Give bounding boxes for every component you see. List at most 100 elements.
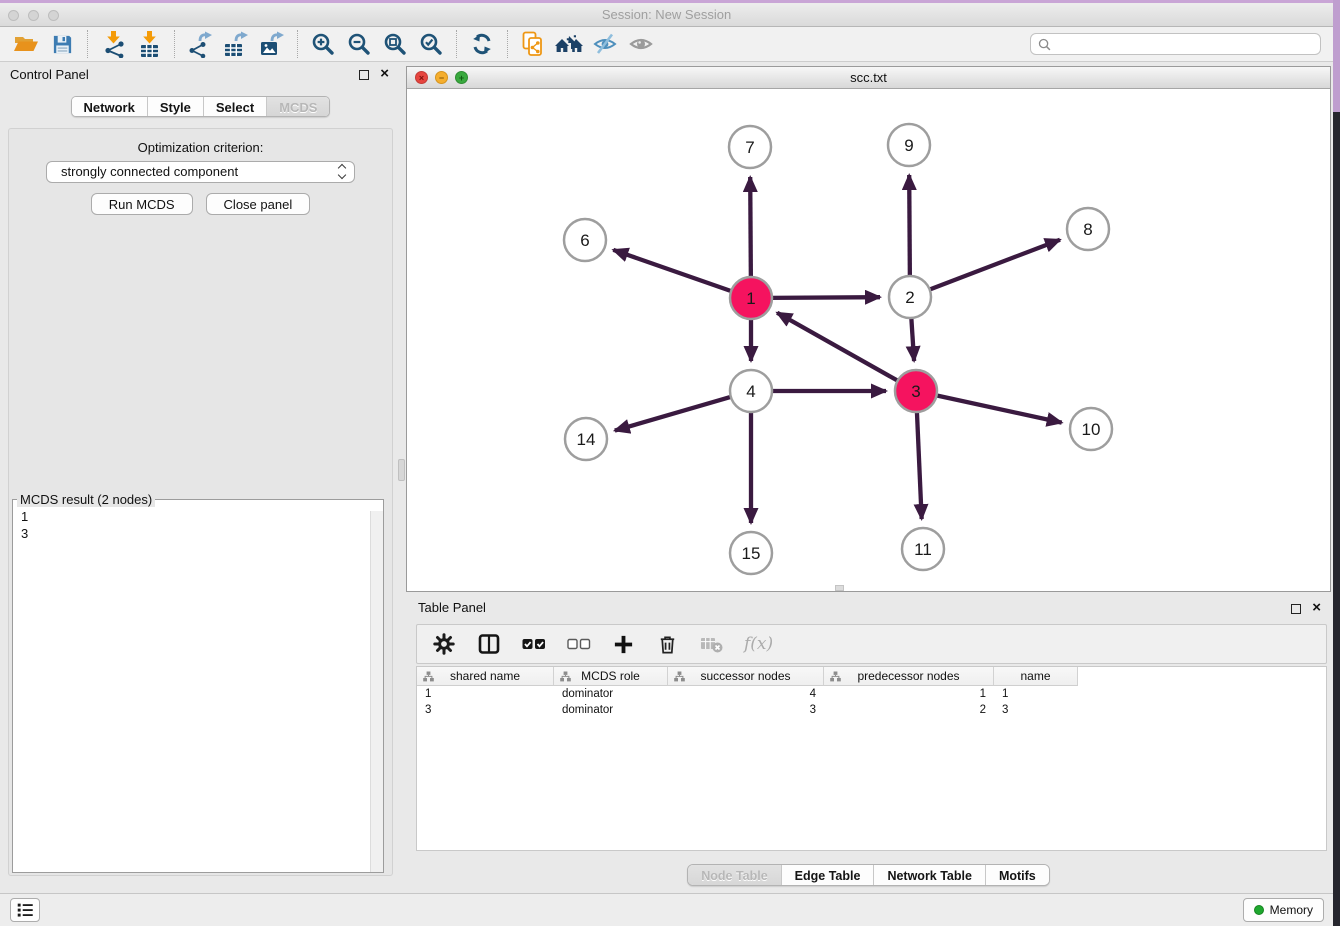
column-header-label: shared name <box>450 669 520 683</box>
mcds-panel: Optimization criterion: strongly connect… <box>8 128 393 876</box>
control-panel-title: Control Panel <box>10 67 89 82</box>
optimization-criterion-label: Optimization criterion: <box>9 140 392 155</box>
toolbar-separator <box>87 30 88 58</box>
task-list-icon <box>15 900 35 920</box>
network-view-window: scc.txt × − + 1234678910111415 <box>406 66 1331 592</box>
table-panel: Table Panel × f(x) <box>406 596 1331 864</box>
tab-select[interactable]: Select <box>203 97 266 116</box>
task-history-button[interactable] <box>10 898 40 922</box>
table-row[interactable]: 1dominator411 <box>417 686 1326 702</box>
show-column-panel-icon[interactable] <box>477 632 501 656</box>
column-header-shared-name[interactable]: shared name <box>417 667 554 686</box>
apply-layout-icon[interactable] <box>464 29 500 59</box>
tab-motifs[interactable]: Motifs <box>985 865 1049 886</box>
column-tree-icon <box>830 671 841 685</box>
attribute-settings-gear-icon[interactable] <box>432 632 456 656</box>
memory-button[interactable]: Memory <box>1243 898 1324 922</box>
graph-edge-4-14[interactable] <box>615 396 733 430</box>
column-header-label: MCDS role <box>581 669 640 683</box>
show-all-home-icon[interactable] <box>551 29 587 59</box>
table-cell: 1 <box>994 688 1078 700</box>
select-all-columns-icon[interactable] <box>522 632 546 656</box>
table-cell: 1 <box>417 688 554 700</box>
graph-node-label: 8 <box>1083 220 1092 239</box>
table-browser-tabs: Node TableEdge TableNetwork TableMotifs <box>687 864 1050 886</box>
close-panel-icon[interactable]: × <box>380 65 389 83</box>
float-panel-icon[interactable] <box>359 70 369 80</box>
export-table-icon[interactable] <box>218 29 254 59</box>
table-row[interactable]: 3dominator323 <box>417 702 1326 718</box>
delete-columns-trash-icon[interactable] <box>656 633 679 656</box>
column-header-name[interactable]: name <box>994 667 1078 686</box>
tab-mcds[interactable]: MCDS <box>266 97 329 116</box>
network-canvas[interactable]: 1234678910111415 <box>407 89 1330 591</box>
export-network-icon[interactable] <box>182 29 218 59</box>
show-hidden-eye-icon[interactable] <box>623 29 659 59</box>
export-image-icon[interactable] <box>254 29 290 59</box>
column-header-successor-nodes[interactable]: successor nodes <box>668 667 824 686</box>
import-table-icon[interactable] <box>131 29 167 59</box>
network-close-icon[interactable]: × <box>415 71 428 84</box>
panel-splitter-handle[interactable] <box>398 459 405 481</box>
control-panel: Control Panel × NetworkStyleSelectMCDS O… <box>0 62 401 880</box>
zoom-in-icon[interactable] <box>305 29 341 59</box>
new-network-icon[interactable] <box>515 29 551 59</box>
desktop-background <box>1333 0 1340 926</box>
graph-edge-3-10[interactable] <box>935 395 1062 423</box>
hide-selected-eye-slash-icon[interactable] <box>587 29 623 59</box>
canvas-splitter-handle[interactable] <box>835 585 844 591</box>
run-mcds-button[interactable]: Run MCDS <box>91 193 193 215</box>
toolbar-separator <box>507 30 508 58</box>
column-header-predecessor-nodes[interactable]: predecessor nodes <box>824 667 994 686</box>
import-network-icon[interactable] <box>95 29 131 59</box>
zoom-selected-icon[interactable] <box>413 29 449 59</box>
toolbar-separator <box>174 30 175 58</box>
deselect-all-columns-icon[interactable] <box>567 632 591 656</box>
table-cell: dominator <box>554 704 668 716</box>
network-window-titlebar: scc.txt × − + <box>407 67 1330 89</box>
zoom-fit-icon[interactable] <box>377 29 413 59</box>
create-new-column-icon[interactable] <box>612 633 635 656</box>
network-maximize-icon[interactable]: + <box>455 71 468 84</box>
graph-edge-2-8[interactable] <box>928 240 1060 291</box>
delete-table-icon <box>700 633 723 655</box>
graph-node-label: 3 <box>911 382 920 401</box>
tab-node-table[interactable]: Node Table <box>688 865 780 886</box>
close-table-panel-icon[interactable]: × <box>1312 599 1321 617</box>
network-window-title: scc.txt <box>407 67 1330 89</box>
zoom-out-icon[interactable] <box>341 29 377 59</box>
optimization-criterion-dropdown[interactable]: strongly connected component <box>46 161 355 183</box>
open-session-icon[interactable] <box>8 29 44 59</box>
graph-edge-2-3[interactable] <box>911 316 914 361</box>
result-scrollbar[interactable] <box>370 511 383 872</box>
graph-edge-2-9[interactable] <box>909 175 910 278</box>
save-session-icon[interactable] <box>44 29 80 59</box>
graph-edge-1-7[interactable] <box>750 177 751 279</box>
tab-network[interactable]: Network <box>72 97 147 116</box>
memory-status-dot-icon <box>1254 905 1264 915</box>
graph-edge-1-2[interactable] <box>770 297 880 298</box>
toolbar-separator <box>456 30 457 58</box>
tab-style[interactable]: Style <box>147 97 203 116</box>
search-icon <box>1038 38 1051 51</box>
main-titlebar: Session: New Session <box>0 0 1333 27</box>
table-cell: 1 <box>824 688 994 700</box>
graph-edge-1-6[interactable] <box>613 250 733 292</box>
float-table-panel-icon[interactable] <box>1291 604 1301 614</box>
tab-network-table[interactable]: Network Table <box>873 865 985 886</box>
network-minimize-icon[interactable]: − <box>435 71 448 84</box>
close-panel-button[interactable]: Close panel <box>206 193 311 215</box>
search-field[interactable] <box>1030 33 1321 55</box>
column-header-mcds-role[interactable]: MCDS role <box>554 667 668 686</box>
search-input[interactable] <box>1056 36 1313 52</box>
table-toolbar: f(x) <box>416 624 1327 664</box>
mcds-result-list: 13 <box>13 507 383 542</box>
graph-svg[interactable]: 1234678910111415 <box>407 89 1330 591</box>
graph-edge-3-11[interactable] <box>917 410 922 519</box>
table-cell: 3 <box>994 704 1078 716</box>
table-cell: dominator <box>554 688 668 700</box>
mcds-result-item: 3 <box>21 525 383 542</box>
tab-edge-table[interactable]: Edge Table <box>781 865 874 886</box>
graph-edge-3-1[interactable] <box>777 313 899 382</box>
memory-label: Memory <box>1270 903 1313 917</box>
